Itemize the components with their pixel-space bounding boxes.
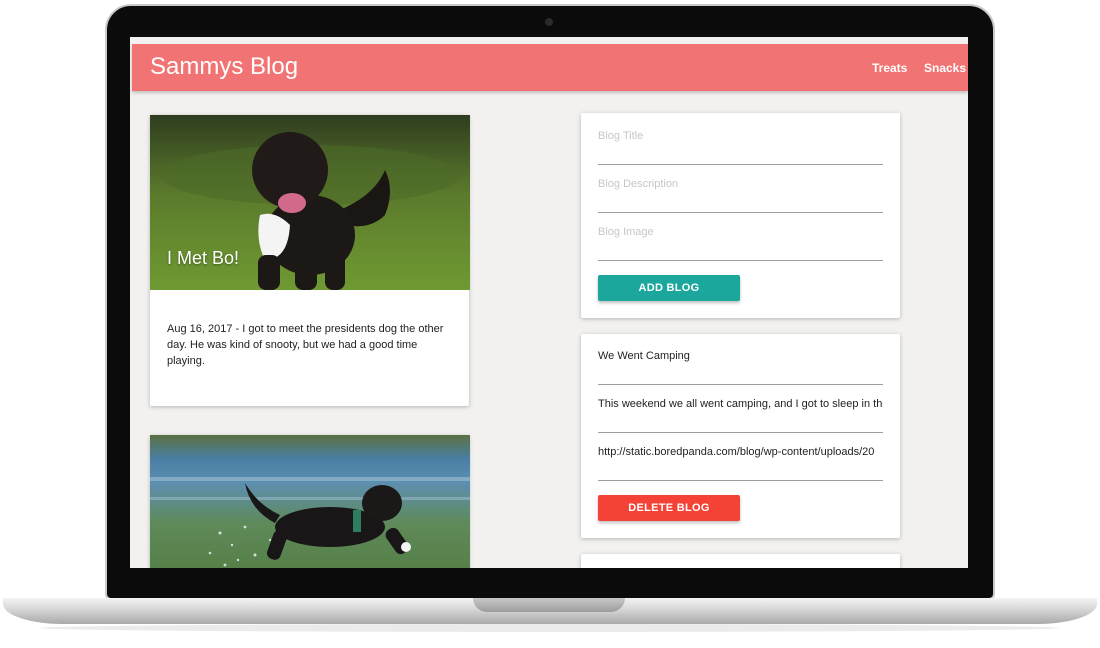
laptop-notch (473, 598, 625, 612)
blog-description-field (598, 164, 883, 213)
screen: Sammys Blog Treats Snacks I Met Bo! Aug … (130, 37, 968, 568)
nav-link-treats[interactable]: Treats (872, 61, 907, 75)
blog-title-field (598, 116, 883, 165)
laptop-shadow (40, 624, 1060, 632)
blog-card: I Met Bo! Aug 16, 2017 - I got to meet t… (150, 115, 470, 406)
black-dog-running-in-water-photo (150, 435, 470, 568)
edit-image-field (598, 432, 883, 481)
brand-logo[interactable]: Sammys Blog (150, 53, 298, 81)
edit-image-input[interactable] (598, 446, 883, 458)
edit-title-input[interactable] (598, 350, 883, 362)
webcam-icon (545, 18, 553, 26)
next-blog-form (581, 554, 900, 568)
blog-card-title: I Met Bo! (167, 248, 240, 268)
blog-title-input[interactable] (598, 130, 883, 142)
blog-image-field (598, 212, 883, 261)
blog-card-text: Aug 16, 2017 - I got to meet the preside… (167, 323, 444, 367)
delete-blog-button[interactable]: DELETE BLOG (598, 495, 740, 521)
blog-description-input[interactable] (598, 178, 883, 190)
edit-title-field (598, 336, 883, 385)
blog-card-image: I Met Bo! (150, 115, 470, 290)
edit-description-field (598, 384, 883, 433)
nav-link-snacks[interactable]: Snacks (924, 61, 966, 75)
edit-blog-form: DELETE BLOG (581, 334, 900, 538)
top-navbar: Sammys Blog Treats Snacks (132, 44, 968, 91)
blog-image-input[interactable] (598, 226, 883, 238)
add-blog-form: ADD BLOG (581, 113, 900, 318)
add-blog-button[interactable]: ADD BLOG (598, 275, 740, 301)
blog-card-image (150, 435, 470, 568)
edit-description-input[interactable] (598, 398, 883, 410)
blog-card (150, 435, 470, 568)
